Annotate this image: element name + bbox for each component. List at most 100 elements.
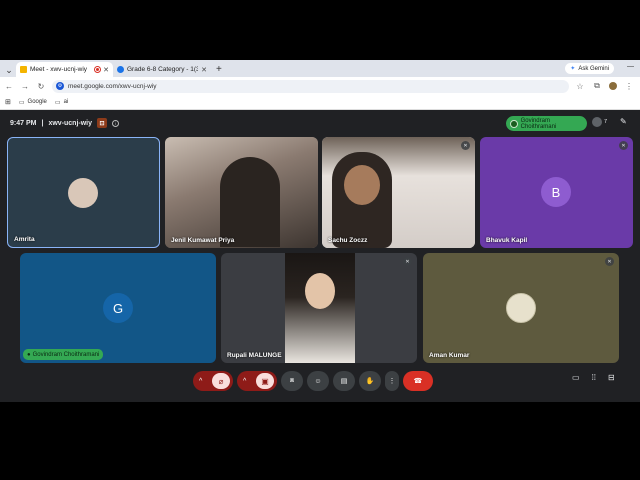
people-icon [592,117,602,127]
reload-icon[interactable]: ↻ [36,82,46,91]
presenter-chip[interactable]: Govindram Choithramani [506,116,587,131]
avatar-initial: B [551,184,561,200]
tab-label: Grade 6-8 Category - 1(34+ ... [127,66,199,73]
emoji-icon: ☺ [314,377,322,385]
participant-tile-rupali[interactable]: ✕ Rupali MALUNGE [221,253,417,363]
captions-button[interactable]: ▤ [333,371,355,391]
folder-icon: ▭ [18,99,25,106]
apps-grid-icon[interactable]: ⊞ [5,98,11,106]
extensions-icon[interactable]: ⧉ [592,81,602,91]
mic-options-chevron-icon[interactable]: ^ [199,378,202,385]
info-icon[interactable]: i [112,119,120,127]
call-controls: ^ ⌀ ^ ▣ ⧈ ☺ ▤ ✋ ⋮ ☎ [193,369,433,393]
participant-name: Amrita [14,236,35,243]
profile-avatar[interactable] [609,82,617,90]
side-panel-controls: ▭ ⁞⁞ ⊟ [572,373,615,382]
participant-name: Sachu Zoczz [328,237,368,244]
bookmark-google[interactable]: ▭ Google [19,99,47,106]
bookmark-ai[interactable]: ▭ ai [55,99,68,106]
tab-bar: ⌄ Meet - xwv-ucnj-wiy ✕ Grade 6-8 Catego… [0,60,640,77]
microphone-control[interactable]: ^ ⌀ [193,371,233,391]
people-button[interactable]: 7 [592,117,607,127]
emoji-button[interactable]: ☺ [307,371,329,391]
participant-name: Jenil Kumawat Priya [171,237,235,244]
mute-icon: ✕ [605,257,614,266]
mute-icon: ✕ [461,141,470,150]
more-options-button[interactable]: ⋮ [385,371,399,391]
ask-gemini-button[interactable]: ✦ Ask Gemini [565,63,614,74]
browser-toolbar: ← → ↻ ⚙ meet.google.com/xwv-ucnj-wiy ☆ ⧉… [0,77,640,95]
address-bar[interactable]: ⚙ meet.google.com/xwv-ucnj-wiy [52,79,569,93]
meeting-time: 9:47 PM [10,119,37,127]
leave-call-button[interactable]: ☎ [403,371,433,391]
mic-off-icon[interactable]: ⌀ [212,373,230,389]
avatar-initial: G [112,300,124,316]
globe-icon [117,66,124,73]
close-tab-icon[interactable]: ✕ [201,66,207,74]
separator: | [41,119,44,127]
present-screen-button[interactable]: ⧈ [281,371,303,391]
meeting-info: 9:47 PM | xwv-ucnj-wiy ⊡ i [10,118,120,128]
site-info-icon[interactable]: ⚙ [56,82,64,90]
host-controls-icon[interactable]: ⊡ [97,118,108,128]
participant-tile-bhavuk[interactable]: B ✕ Bhavuk Kapil [480,137,633,248]
activities-grid-icon[interactable]: ⁞⁞ [592,373,596,382]
participant-count: 7 [604,119,608,125]
captions-icon: ▤ [340,378,348,385]
ask-gemini-label: Ask Gemini [578,65,609,72]
camera-control[interactable]: ^ ▣ [237,371,277,391]
effects-wand-icon[interactable]: ✎ [620,117,627,126]
host-lock-icon[interactable]: ⊟ [608,373,615,382]
participant-face [344,165,380,205]
menu-kebab-icon[interactable]: ⋮ [624,82,634,91]
meeting-code: xwv-ucnj-wiy [48,119,93,127]
participant-name: Rupali MALUNGE [227,352,282,359]
bookmark-label: Google [27,99,47,105]
close-tab-icon[interactable]: ✕ [103,66,109,74]
hand-icon: ✋ [365,378,375,385]
participant-tile-amrita[interactable]: Amrita [7,137,160,248]
avatar [506,293,536,323]
participant-silhouette [220,157,280,247]
participant-tile-govindram[interactable]: G ● Govindram Choithramani [20,253,216,363]
participant-tile-jenil[interactable]: Jenil Kumawat Priya [165,137,318,248]
forward-icon[interactable]: → [20,82,30,91]
tab-meet[interactable]: Meet - xwv-ucnj-wiy ✕ [16,62,113,77]
window-minimize-icon[interactable]: — [627,63,634,70]
phone-hangup-icon: ☎ [413,378,423,385]
participant-tile-aman[interactable]: ✕ Aman Kumar [423,253,619,363]
new-tab-button[interactable]: + [211,62,227,77]
screen: ⌄ Meet - xwv-ucnj-wiy ✕ Grade 6-8 Catego… [0,0,640,480]
avatar [68,178,98,208]
participant-face [305,273,335,309]
avatar: G [103,293,133,323]
mute-icon: ✕ [403,257,412,266]
participant-tile-sachu[interactable]: ✕ Sachu Zoczz [322,137,475,248]
back-icon[interactable]: ← [4,82,14,91]
meet-favicon-icon [20,66,27,73]
participant-name: Govindram Choithramani [32,351,100,358]
presenter-avatar [510,119,518,128]
tab-search-icon[interactable]: ⌄ [2,63,16,77]
camera-off-icon[interactable]: ▣ [256,373,274,389]
avatar: B [541,177,571,207]
presenter-name: Govindram Choithramani [520,117,557,130]
tab-label: Meet - xwv-ucnj-wiy [30,66,88,73]
participant-name: Bhavuk Kapil [486,237,528,244]
url-text: meet.google.com/xwv-ucnj-wiy [68,82,157,90]
recording-icon [95,67,101,72]
tab-grade-category[interactable]: Grade 6-8 Category - 1(34+ ... ✕ [113,62,211,77]
chat-icon[interactable]: ▭ [572,373,580,382]
presenting-icon: ● [27,351,31,358]
bookmark-star-icon[interactable]: ☆ [575,82,585,91]
gemini-icon: ✦ [570,66,576,72]
participant-name: Aman Kumar [429,352,470,359]
bookmark-label: ai [63,99,69,105]
camera-options-chevron-icon[interactable]: ^ [243,378,246,385]
raise-hand-button[interactable]: ✋ [359,371,381,391]
kebab-icon: ⋮ [388,378,396,385]
folder-icon: ▭ [54,99,61,106]
presenter-name-chip: ● Govindram Choithramani [23,349,104,360]
present-icon: ⧈ [289,377,295,384]
mute-icon: ✕ [619,141,628,150]
